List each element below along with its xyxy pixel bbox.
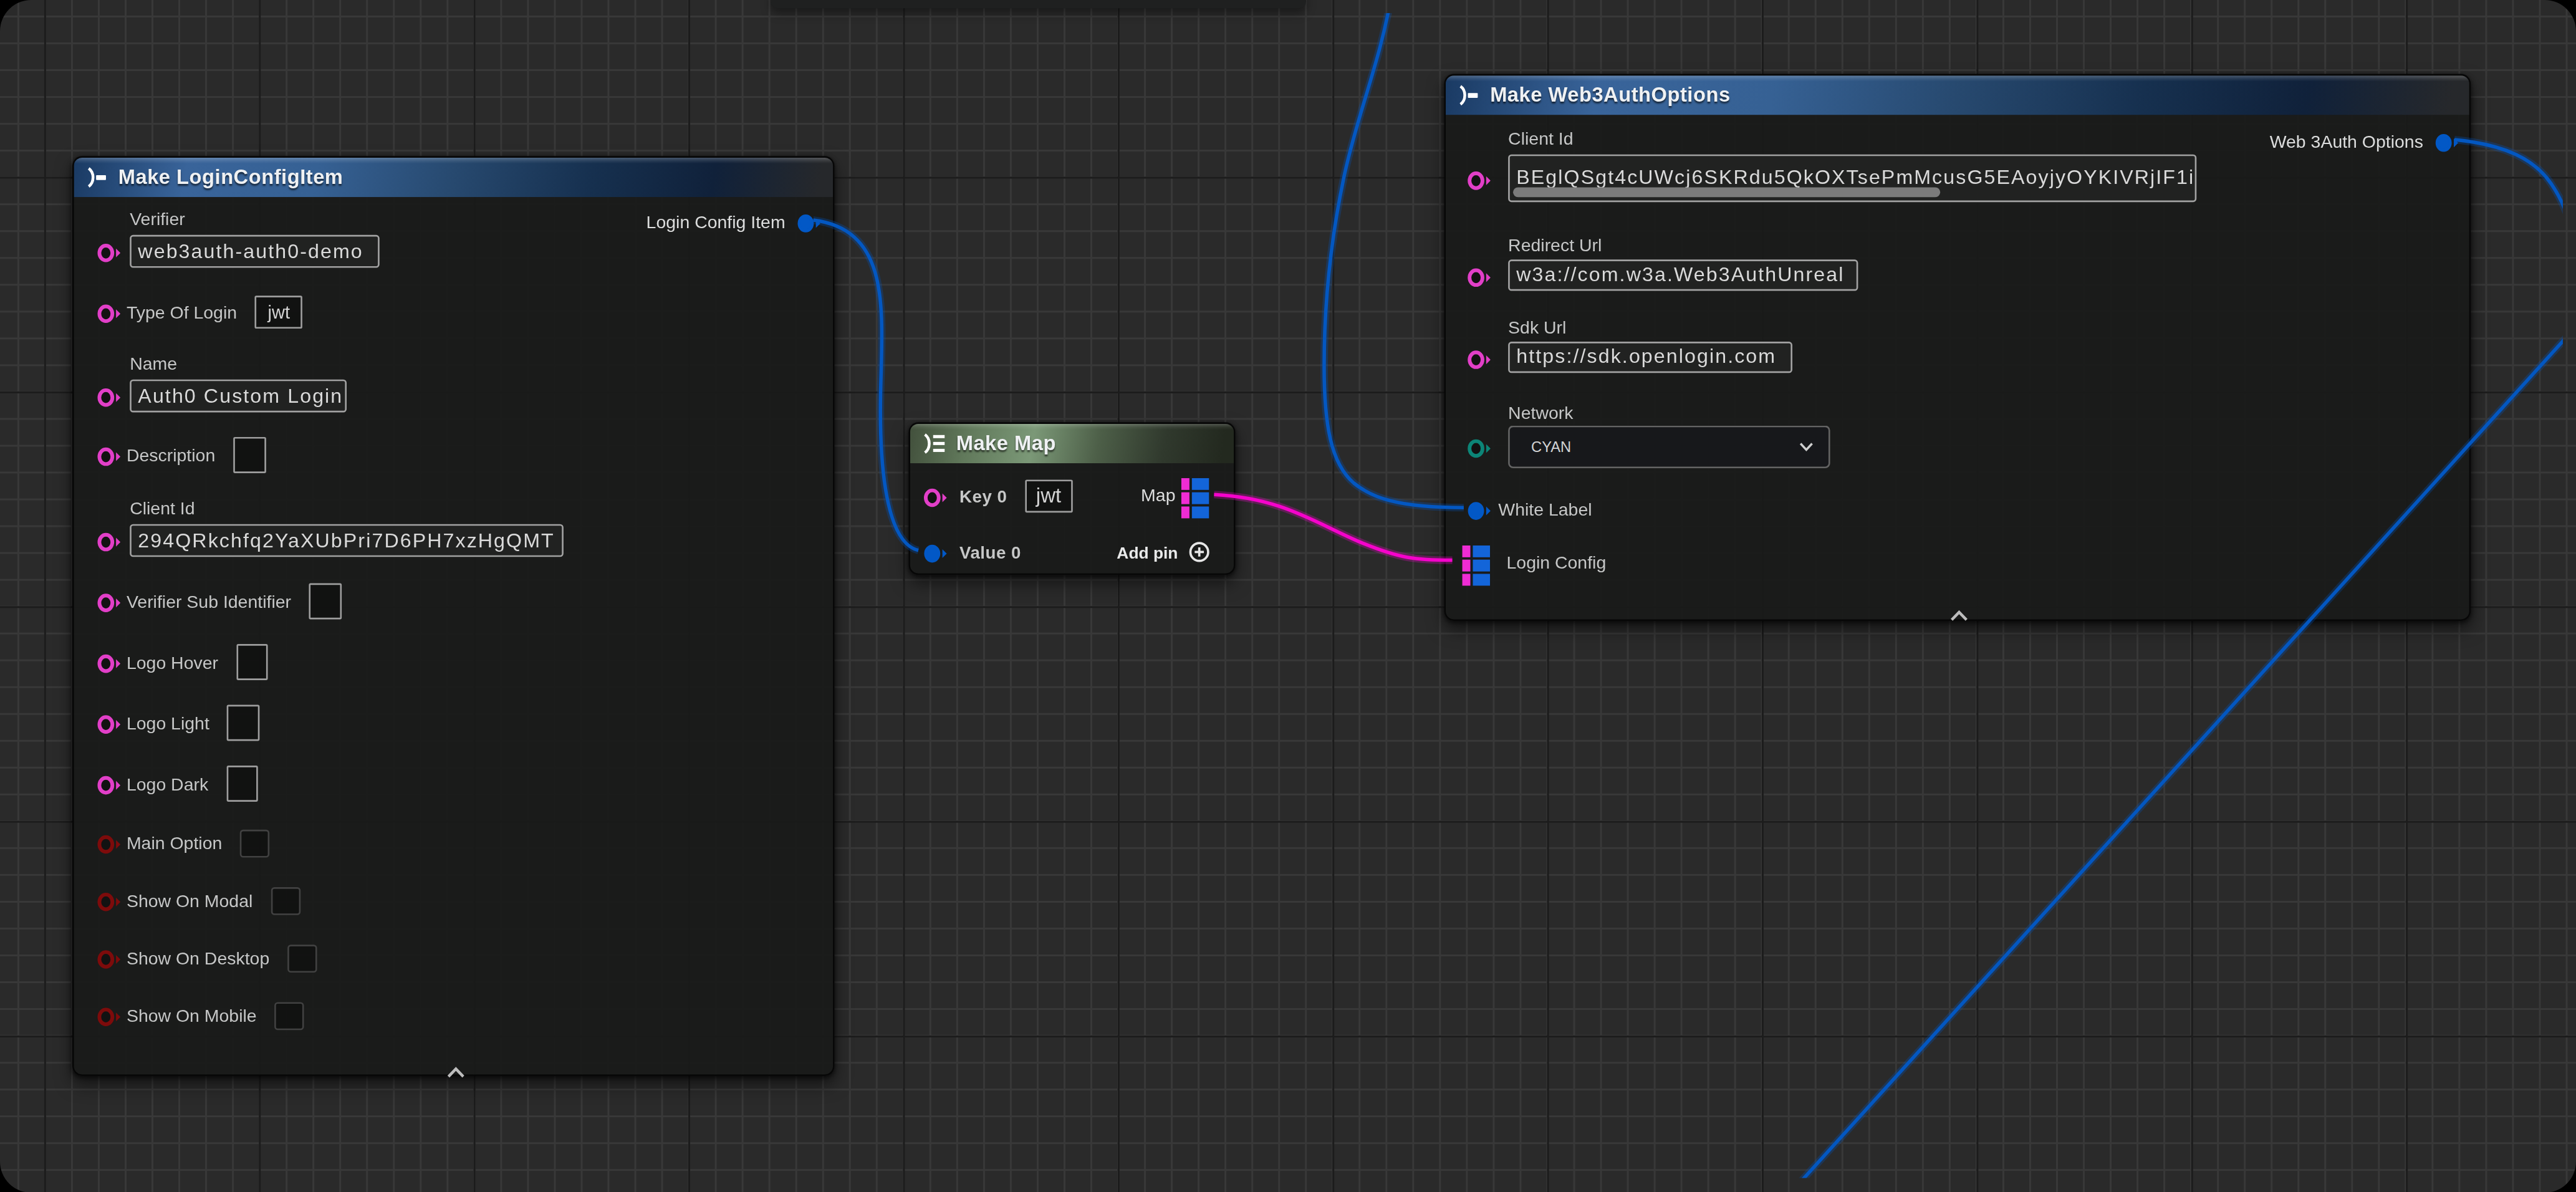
string-pin-icon[interactable] [96,650,122,676]
make-login-config-item-6-input[interactable] [236,645,268,680]
make-login-config-item-5-input[interactable] [309,584,341,619]
pin-label: White Label [1498,499,1592,519]
string-pin-icon[interactable] [96,589,122,615]
pin-label: Sdk Url [1508,317,1566,337]
pin-label: Network [1508,403,1573,423]
field-scrollbar[interactable] [1513,187,1940,196]
offscreen-node-fragment[interactable] [771,0,1306,8]
pin-label: Key 0 [959,486,1007,506]
struct-pin-icon[interactable] [2434,129,2461,155]
make-login-config-item-2-input[interactable]: Auth0 Custom Login [130,378,347,411]
node-header[interactable]: Make Web3AuthOptions [1446,75,2469,115]
collapse-chevron-icon[interactable] [445,1056,466,1085]
node-header[interactable]: Make Map [910,424,1234,463]
string-pin-icon[interactable] [96,239,122,265]
make-login-config-item-node[interactable]: Make LoginConfigItem Verifier web3auth-aut… [72,156,835,1076]
make-login-config-item-9-checkbox[interactable] [240,829,269,857]
node-title: Make Map [956,432,1056,455]
output-pin-label: Map [1141,484,1175,504]
pin-label: Logo Hover [127,652,218,672]
make-login-config-item-8-input[interactable] [226,766,258,802]
make-map-node[interactable]: Make Map Key 0 jwt Value 0 Map Add pin [908,422,1235,575]
string-pin-icon[interactable] [1467,264,1493,290]
pin-label: Name [130,353,177,373]
node-title: Make Web3AuthOptions [1490,84,1730,107]
make-login-config-item-10-checkbox[interactable] [271,887,300,915]
make-login-config-item-7-input[interactable] [228,705,259,741]
pin-label: Client Id [130,497,195,517]
make-login-config-item-11-checkbox[interactable] [287,944,317,972]
make-web3auth-options-1-input[interactable]: w3a://com.w3a.Web3AuthUnreal [1508,259,1858,291]
make-struct-icon [1457,84,1480,107]
string-pin-icon[interactable] [96,711,122,737]
network-dropdown[interactable]: CYAN [1508,426,1830,469]
pin-label: Verifier Sub Identifier [127,592,291,612]
pin-label: Logo Dark [127,774,208,794]
string-pin-icon[interactable] [96,443,122,469]
bool-pin-icon[interactable] [96,830,122,857]
string-pin-icon[interactable] [96,383,122,410]
node-header[interactable]: Make LoginConfigItem [74,158,833,197]
make-login-config-item-0-input[interactable]: web3auth-auth0-demo [130,234,380,267]
enum-pin-icon[interactable] [1467,435,1493,461]
wire-offscreen-top-to-white-label[interactable] [1324,13,1464,507]
pin-label: Logo Light [127,713,209,733]
make-web3auth-options-node[interactable]: Make Web3AuthOptionsClient IdBEglQSgt4cU… [1444,74,2471,622]
dropdown-value: CYAN [1510,439,1799,455]
node-title: Make LoginConfigItem [118,166,344,189]
struct-pin-icon[interactable] [1467,497,1493,523]
pin-label: Description [127,445,215,465]
map-pin-icon[interactable] [1181,478,1209,519]
make-login-config-item-3-input[interactable] [233,438,265,473]
bool-pin-icon[interactable] [96,888,122,914]
string-pin-icon[interactable] [1467,166,1493,193]
pin-label: Show On Desktop [127,948,269,968]
bool-pin-icon[interactable] [96,1003,122,1029]
struct-pin-icon[interactable] [797,209,823,236]
output-pin-label: Login Config Item [646,211,786,231]
make-map-0-input[interactable]: jwt [1025,479,1072,513]
output-pin-label: Web 3Auth Options [2270,130,2423,150]
string-pin-icon[interactable] [1467,346,1493,372]
chevron-down-icon [1799,442,1814,452]
add-pin-icon [1188,541,1211,564]
graph-canvas[interactable]: Make LoginConfigItem Verifier web3auth-aut… [0,0,2576,1192]
collapse-chevron-icon[interactable] [1948,600,1969,629]
make-web3auth-options-2-input[interactable]: https://sdk.openlogin.com [1508,342,1792,373]
pin-label: Show On Modal [127,890,252,910]
make-login-config-item-4-input[interactable]: 294QRkchfq2YaXUbPri7D6PH7xzHgQMT [130,523,564,556]
pin-label: Value 0 [959,542,1021,562]
string-pin-icon[interactable] [96,300,122,326]
wire-map-to-login-config[interactable] [1214,494,1452,560]
string-pin-icon[interactable] [923,484,949,510]
pin-label: Redirect Url [1508,235,1602,255]
make-login-config-item-12-checkbox[interactable] [275,1001,304,1029]
pin-label: Login Config [1506,552,1606,572]
pin-label: Verifier [130,209,185,229]
add-pin-button[interactable]: Add pin [1117,541,1211,564]
blueprint-editor: Make LoginConfigItem Verifier web3auth-aut… [0,0,2576,1192]
map-pin-icon[interactable] [1461,546,1489,587]
pin-label: Show On Mobile [127,1006,257,1026]
struct-pin-icon[interactable] [923,540,949,566]
pin-label: Client Id [1508,128,1573,148]
add-pin-label: Add pin [1117,543,1178,561]
pin-label: Main Option [127,833,222,853]
string-pin-icon[interactable] [96,771,122,797]
string-pin-icon[interactable] [96,528,122,554]
make-login-config-item-1-input[interactable]: jwt [255,296,302,329]
make-struct-icon [85,166,108,189]
pin-label: Type Of Login [127,302,237,322]
make-container-icon [921,432,946,455]
bool-pin-icon[interactable] [96,946,122,972]
